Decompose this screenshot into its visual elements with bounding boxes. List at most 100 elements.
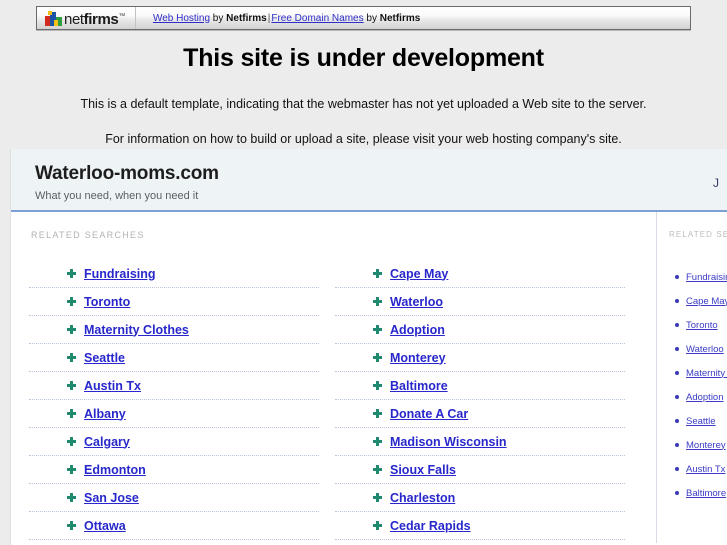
list-item[interactable]: Madison Wisconsin: [335, 428, 625, 456]
related-search-link[interactable]: San Jose: [84, 491, 139, 505]
sidebar-list-item[interactable]: Monterey: [669, 433, 727, 457]
related-search-link[interactable]: Edmonton: [84, 463, 146, 477]
related-search-link[interactable]: Cape May: [390, 267, 448, 281]
netfirms-logo[interactable]: netfirms™: [37, 7, 136, 29]
related-search-link[interactable]: Seattle: [84, 351, 125, 365]
arrow-bullet-icon: [67, 465, 76, 474]
arrow-bullet-icon: [373, 465, 382, 474]
list-item[interactable]: Austin Tx: [29, 372, 319, 400]
trademark-icon: ™: [118, 13, 125, 20]
dot-bullet-icon: [675, 275, 679, 279]
list-item[interactable]: Ottawa: [29, 512, 319, 540]
list-item[interactable]: Cape May: [335, 260, 625, 288]
related-search-link[interactable]: Albany: [84, 407, 126, 421]
arrow-bullet-icon: [373, 353, 382, 362]
header-brand-1: Netfirms: [226, 12, 267, 24]
dot-bullet-icon: [675, 467, 679, 471]
dot-bullet-icon: [675, 323, 679, 327]
dot-bullet-icon: [675, 395, 679, 399]
list-item[interactable]: Maternity Clothes: [29, 316, 319, 344]
link-web-hosting[interactable]: Web Hosting: [153, 13, 210, 24]
arrow-bullet-icon: [373, 381, 382, 390]
related-search-link[interactable]: Cedar Rapids: [390, 519, 471, 533]
list-item[interactable]: Donate A Car: [335, 400, 625, 428]
netfirms-wordmark: netfirms™: [64, 9, 125, 27]
related-search-link[interactable]: Madison Wisconsin: [390, 435, 507, 449]
sidebar-list-item[interactable]: Seattle: [669, 409, 727, 433]
header-right-clipped-text: J: [713, 176, 719, 190]
sidebar-related-search-link[interactable]: Fundraising: [686, 272, 727, 283]
list-item[interactable]: Charleston: [335, 484, 625, 512]
list-item[interactable]: Waterloo: [335, 288, 625, 316]
related-searches-column-1: Fundraising Toronto Maternity Clothes Se…: [29, 260, 319, 540]
related-search-link[interactable]: Maternity Clothes: [84, 323, 189, 337]
parked-domain-card: Waterloo-moms.com What you need, when yo…: [10, 149, 727, 545]
related-search-link[interactable]: Toronto: [84, 295, 130, 309]
arrow-bullet-icon: [67, 409, 76, 418]
sidebar-related-search-link[interactable]: Seattle: [686, 416, 716, 427]
netfirms-wordmark-light: net: [64, 11, 84, 28]
list-item[interactable]: Albany: [29, 400, 319, 428]
link-free-domain-names[interactable]: Free Domain Names: [271, 13, 363, 24]
sidebar-related-search-link[interactable]: Austin Tx: [686, 464, 725, 475]
sidebar-related-search-link[interactable]: Toronto: [686, 320, 718, 331]
netfirms-wordmark-bold: firms: [83, 11, 119, 28]
list-item[interactable]: Baltimore: [335, 372, 625, 400]
sidebar-related-search-link[interactable]: Waterloo: [686, 344, 724, 355]
related-search-link[interactable]: Ottawa: [84, 519, 126, 533]
sidebar-list-item[interactable]: Adoption: [669, 385, 727, 409]
list-item[interactable]: Monterey: [335, 344, 625, 372]
list-item[interactable]: Fundraising: [29, 260, 319, 288]
sidebar-list-item[interactable]: Waterloo: [669, 337, 727, 361]
parked-domain-header: Waterloo-moms.com What you need, when yo…: [11, 149, 727, 212]
default-template-block: This site is under development This is a…: [0, 30, 727, 146]
sidebar-related-search-link[interactable]: Monterey: [686, 440, 726, 451]
arrow-bullet-icon: [67, 297, 76, 306]
related-search-link[interactable]: Fundraising: [84, 267, 156, 281]
parked-domain-body: RELATED SEARCHES Fundraising Toronto Mat…: [11, 212, 727, 543]
list-item[interactable]: Seattle: [29, 344, 319, 372]
related-search-link[interactable]: Calgary: [84, 435, 130, 449]
sidebar-list-item[interactable]: Maternity Clothes: [669, 361, 727, 385]
related-search-link[interactable]: Waterloo: [390, 295, 443, 309]
netfirms-header-wrap: netfirms™ Web Hosting by Netfirms|Free D…: [0, 0, 727, 30]
arrow-bullet-icon: [67, 353, 76, 362]
list-item[interactable]: Adoption: [335, 316, 625, 344]
sidebar-list-item[interactable]: Toronto: [669, 313, 727, 337]
arrow-bullet-icon: [67, 437, 76, 446]
related-search-link[interactable]: Donate A Car: [390, 407, 468, 421]
related-searches-main: RELATED SEARCHES Fundraising Toronto Mat…: [11, 212, 656, 543]
sidebar-related-search-link[interactable]: Cape May: [686, 296, 727, 307]
related-search-link[interactable]: Adoption: [390, 323, 445, 337]
template-paragraph-1: This is a default template, indicating t…: [80, 97, 647, 111]
related-searches-columns: Fundraising Toronto Maternity Clothes Se…: [11, 260, 656, 540]
netfirms-header-links: Web Hosting by Netfirms|Free Domain Name…: [136, 13, 420, 24]
list-item[interactable]: Edmonton: [29, 456, 319, 484]
sidebar-related-searches-label: RELATED SEARCHES: [669, 230, 727, 239]
arrow-bullet-icon: [373, 521, 382, 530]
list-item[interactable]: Calgary: [29, 428, 319, 456]
sidebar-list-item[interactable]: Cape May: [669, 289, 727, 313]
list-item[interactable]: Toronto: [29, 288, 319, 316]
sidebar-related-search-link[interactable]: Maternity Clothes: [686, 368, 727, 379]
related-search-link[interactable]: Baltimore: [390, 379, 448, 393]
related-searches-column-2: Cape May Waterloo Adoption Monterey Balt…: [335, 260, 625, 540]
related-searches-sidebar: RELATED SEARCHES Fundraising Cape May To…: [656, 212, 727, 543]
related-search-link[interactable]: Monterey: [390, 351, 446, 365]
sidebar-list-item[interactable]: Austin Tx: [669, 457, 727, 481]
dot-bullet-icon: [675, 419, 679, 423]
sidebar-list-item[interactable]: Fundraising: [669, 265, 727, 289]
sidebar-related-search-link[interactable]: Baltimore: [686, 488, 726, 499]
related-search-link[interactable]: Sioux Falls: [390, 463, 456, 477]
arrow-bullet-icon: [373, 493, 382, 502]
related-search-link[interactable]: Charleston: [390, 491, 455, 505]
sidebar-related-search-link[interactable]: Adoption: [686, 392, 724, 403]
list-item[interactable]: Sioux Falls: [335, 456, 625, 484]
netfirms-header-bar: netfirms™ Web Hosting by Netfirms|Free D…: [36, 6, 691, 30]
related-search-link[interactable]: Austin Tx: [84, 379, 141, 393]
sidebar-list-item[interactable]: Baltimore: [669, 481, 727, 505]
arrow-bullet-icon: [67, 493, 76, 502]
domain-tagline: What you need, when you need it: [35, 190, 199, 202]
list-item[interactable]: San Jose: [29, 484, 319, 512]
list-item[interactable]: Cedar Rapids: [335, 512, 625, 540]
